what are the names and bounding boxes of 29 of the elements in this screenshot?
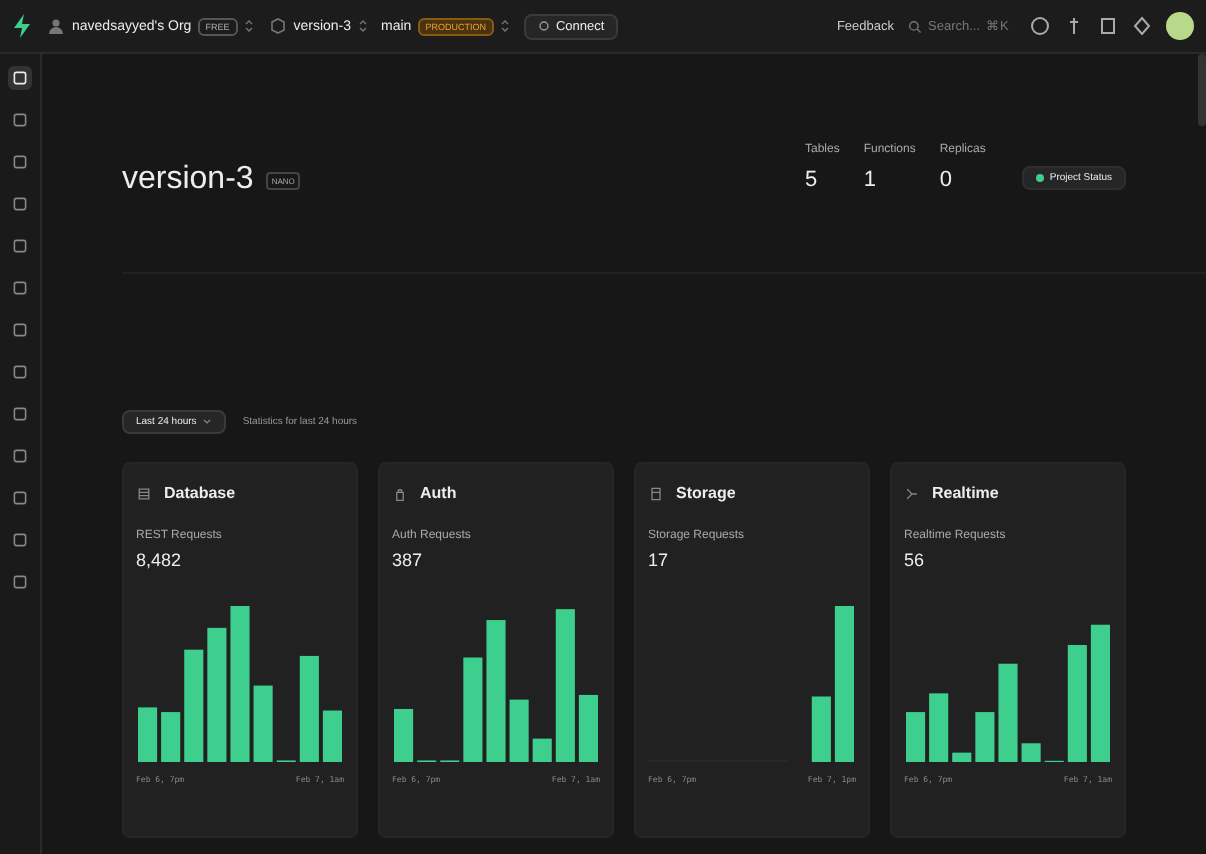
metric-value: 17 xyxy=(648,550,671,570)
metric-value: 387 xyxy=(392,550,425,570)
box-icon xyxy=(267,16,288,36)
lock-icon xyxy=(392,485,408,501)
card-title: Storage xyxy=(676,484,736,502)
card-title: Realtime xyxy=(932,484,999,502)
logo-icon[interactable] xyxy=(12,14,32,38)
status-dot-icon xyxy=(1035,174,1044,182)
search-icon xyxy=(908,19,922,33)
user-avatar[interactable] xyxy=(1166,12,1194,40)
project-title: version-3 xyxy=(122,162,254,198)
table-icon xyxy=(136,485,152,501)
user-icon xyxy=(46,16,66,36)
stat-value: 0 xyxy=(939,168,954,192)
metric-value: 56 xyxy=(904,550,927,570)
chevron-icon[interactable] xyxy=(357,18,368,34)
metric-value: 8,482 xyxy=(136,550,184,570)
document-icon[interactable] xyxy=(1098,16,1118,36)
help-icon[interactable] xyxy=(1030,16,1050,36)
chevron-icon[interactable] xyxy=(499,18,510,34)
chevron-icon[interactable] xyxy=(243,18,254,34)
card-title: Database xyxy=(164,484,236,502)
file-icon xyxy=(648,485,664,501)
diamond-icon[interactable] xyxy=(1132,16,1152,36)
sidebar-item[interactable] xyxy=(8,66,32,90)
card-title: Auth xyxy=(420,484,457,502)
caret-icon xyxy=(202,418,213,426)
stat-value: 5 xyxy=(804,168,820,192)
stat-value: 1 xyxy=(863,168,878,192)
